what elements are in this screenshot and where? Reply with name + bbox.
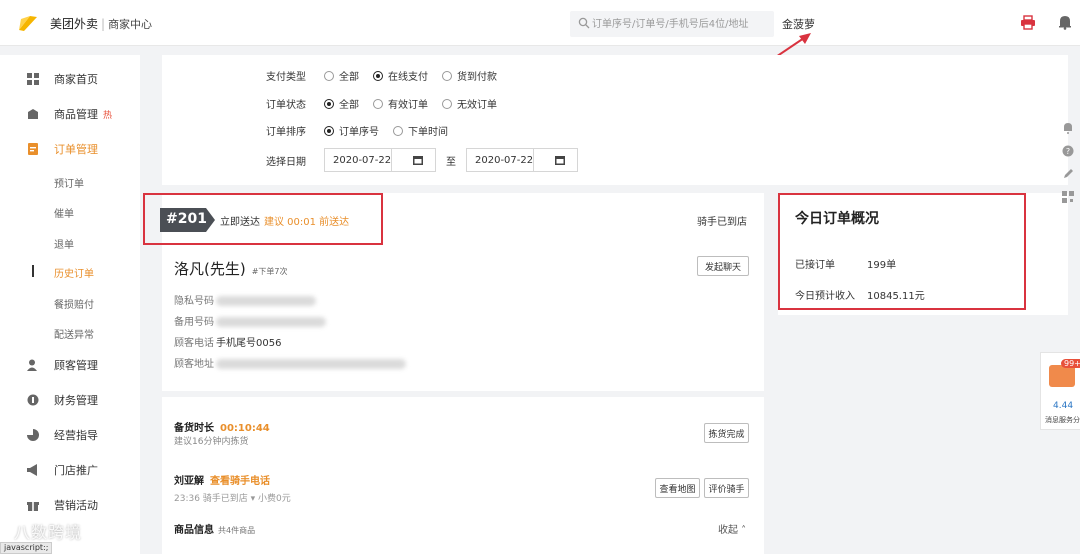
printer-icon[interactable] — [1020, 15, 1036, 30]
rider-info: 刘亚解 查看骑手电话 — [174, 476, 270, 487]
radio-pay-all[interactable]: 全部 — [324, 68, 359, 83]
right-toolbar: ? — [1062, 122, 1080, 214]
notification-bell-icon[interactable] — [1058, 14, 1072, 30]
view-map-button[interactable]: 查看地图 — [655, 478, 700, 498]
service-score-label: 消息服务分 — [1045, 416, 1080, 424]
sidebar: 商家首页 商品管理热 订单管理 预订单 催单 退单 历史订单 餐损赔付 配送异常… — [0, 55, 140, 554]
sidebar-item-orders[interactable]: 订单管理 — [0, 135, 140, 163]
goods-info: 商品信息 共4件商品 — [174, 525, 256, 536]
rider-status: 骑手已到店 — [697, 217, 747, 228]
radio-status-all[interactable]: 全部 — [324, 96, 359, 111]
box-icon — [28, 109, 38, 119]
sidebar-sub-preorder[interactable]: 预订单 — [54, 175, 84, 190]
sidebar-item-customers[interactable]: 顾客管理 — [0, 351, 140, 379]
message-service-widget[interactable]: 99+ 4.44 消息服务分 — [1040, 352, 1080, 430]
sidebar-item-home[interactable]: 商家首页 — [0, 65, 140, 93]
prep-timer: 00:10:44 — [220, 423, 270, 434]
date-label: 选择日期 — [266, 156, 306, 168]
rider-meta: 23:36 骑手已到店 ▾ 小费0元 — [174, 494, 291, 504]
sidebar-item-products[interactable]: 商品管理热 — [0, 100, 140, 128]
gift-icon — [27, 502, 39, 511]
sidebar-sub-reminder[interactable]: 催单 — [54, 205, 74, 220]
date-row: 选择日期 2020-07-22 至 2020-07-22 — [266, 148, 578, 172]
sidebar-item-marketing[interactable]: 营销活动 — [0, 491, 140, 519]
pay-type-row: 支付类型 全部 在线支付 货到付款 — [266, 68, 511, 83]
order-status-row: 订单状态 全部 有效订单 无效订单 — [266, 96, 511, 111]
prep-time: 备货时长 00:10:44 — [174, 423, 270, 434]
highlight-box-order — [143, 193, 383, 245]
rate-rider-button[interactable]: 评价骑手 — [704, 478, 749, 498]
message-count-badge: 99+ — [1061, 359, 1080, 368]
customer-address-row: 顾客地址 — [174, 355, 406, 370]
sidebar-sub-delivery-issue[interactable]: 配送异常 — [54, 326, 94, 341]
sidebar-item-label: 门店推广 — [54, 464, 98, 477]
customer-name: 洛凡(先生) #下单7次 — [174, 260, 288, 278]
top-header: 美团外卖|商家中心 金菠萝 — [0, 0, 1080, 46]
sidebar-item-label: 顾客管理 — [54, 359, 98, 372]
sidebar-sub-history[interactable]: 历史订单 — [54, 265, 94, 280]
sidebar-sub-compensation[interactable]: 餐损赔付 — [54, 296, 94, 311]
collapse-toggle[interactable]: 收起 ˄ — [718, 521, 746, 536]
home-grid-icon — [27, 73, 39, 85]
sidebar-item-label: 营销活动 — [54, 499, 98, 512]
date-to-field[interactable]: 2020-07-22 — [466, 148, 578, 172]
order-status-label: 订单状态 — [266, 100, 306, 111]
date-separator: 至 — [446, 156, 456, 168]
order-sort-label: 订单排序 — [266, 127, 306, 138]
privacy-number-row: 隐私号码 — [174, 292, 316, 307]
radio-sort-number[interactable]: 订单序号 — [324, 123, 379, 138]
date-from-field[interactable]: 2020-07-22 — [324, 148, 436, 172]
goods-count: 共4件商品 — [218, 526, 256, 535]
brand-title: 美团外卖 | 商家中心 — [50, 17, 153, 31]
search-icon — [578, 17, 590, 29]
prep-hint: 建议16分钟内拣货 — [174, 437, 249, 447]
sidebar-item-label: 商家首页 — [54, 73, 98, 86]
sidebar-item-label: 财务管理 — [54, 394, 98, 407]
hot-badge: 热 — [103, 111, 113, 121]
sidebar-sub-refund[interactable]: 退单 — [54, 236, 74, 251]
sidebar-item-promotion[interactable]: 门店推广 — [0, 456, 140, 484]
view-rider-phone-link[interactable]: 查看骑手电话 — [210, 476, 270, 487]
meituan-logo-icon — [19, 16, 37, 31]
customer-phone-row: 顾客电话 手机尾号0056 — [174, 338, 282, 349]
order-sort-row: 订单排序 订单序号 下单时间 — [266, 123, 462, 138]
radio-status-valid[interactable]: 有效订单 — [373, 96, 428, 111]
brand-name: 美团外卖 — [50, 17, 99, 31]
browser-status-bar: javascript:; — [0, 542, 53, 554]
radio-sort-time[interactable]: 下单时间 — [393, 123, 448, 138]
bell-icon[interactable] — [1062, 122, 1074, 134]
watermark-text: 八数跨境 — [14, 523, 83, 542]
money-icon — [27, 394, 39, 406]
user-icon — [27, 359, 37, 371]
brand-subtitle: 商家中心 — [108, 18, 153, 31]
highlight-box-summary — [778, 193, 1026, 310]
order-count: #下单7次 — [251, 267, 288, 276]
current-indicator — [32, 265, 34, 277]
message-bubble-icon — [1049, 365, 1075, 387]
sidebar-item-label: 商品管理 — [54, 108, 98, 121]
radio-pay-online[interactable]: 在线支付 — [373, 68, 428, 83]
filter-panel: 支付类型 全部 在线支付 货到付款 订单状态 全部 有效订单 无效订单 订单排序… — [162, 55, 1068, 185]
sidebar-item-label: 订单管理 — [54, 143, 98, 156]
calendar-icon — [412, 156, 423, 165]
megaphone-icon — [27, 464, 37, 476]
radio-pay-cod[interactable]: 货到付款 — [442, 68, 497, 83]
svg-text:?: ? — [1066, 147, 1070, 156]
backup-number-row: 备用号码 — [174, 313, 326, 328]
order-icon — [28, 143, 38, 155]
sidebar-item-label: 经营指导 — [54, 429, 98, 442]
start-chat-button[interactable]: 发起聊天 — [697, 256, 749, 276]
edit-icon[interactable] — [1062, 168, 1074, 180]
pay-type-label: 支付类型 — [266, 72, 306, 83]
qrcode-icon[interactable] — [1062, 191, 1074, 203]
sidebar-item-guidance[interactable]: 经营指导 — [0, 421, 140, 449]
radio-status-invalid[interactable]: 无效订单 — [442, 96, 497, 111]
sidebar-item-finance[interactable]: 财务管理 — [0, 386, 140, 414]
calendar-icon — [554, 156, 565, 165]
service-score: 4.44 — [1053, 401, 1074, 411]
picking-done-button[interactable]: 拣货完成 — [704, 423, 749, 443]
pie-icon — [27, 429, 39, 441]
help-icon[interactable]: ? — [1062, 145, 1074, 157]
